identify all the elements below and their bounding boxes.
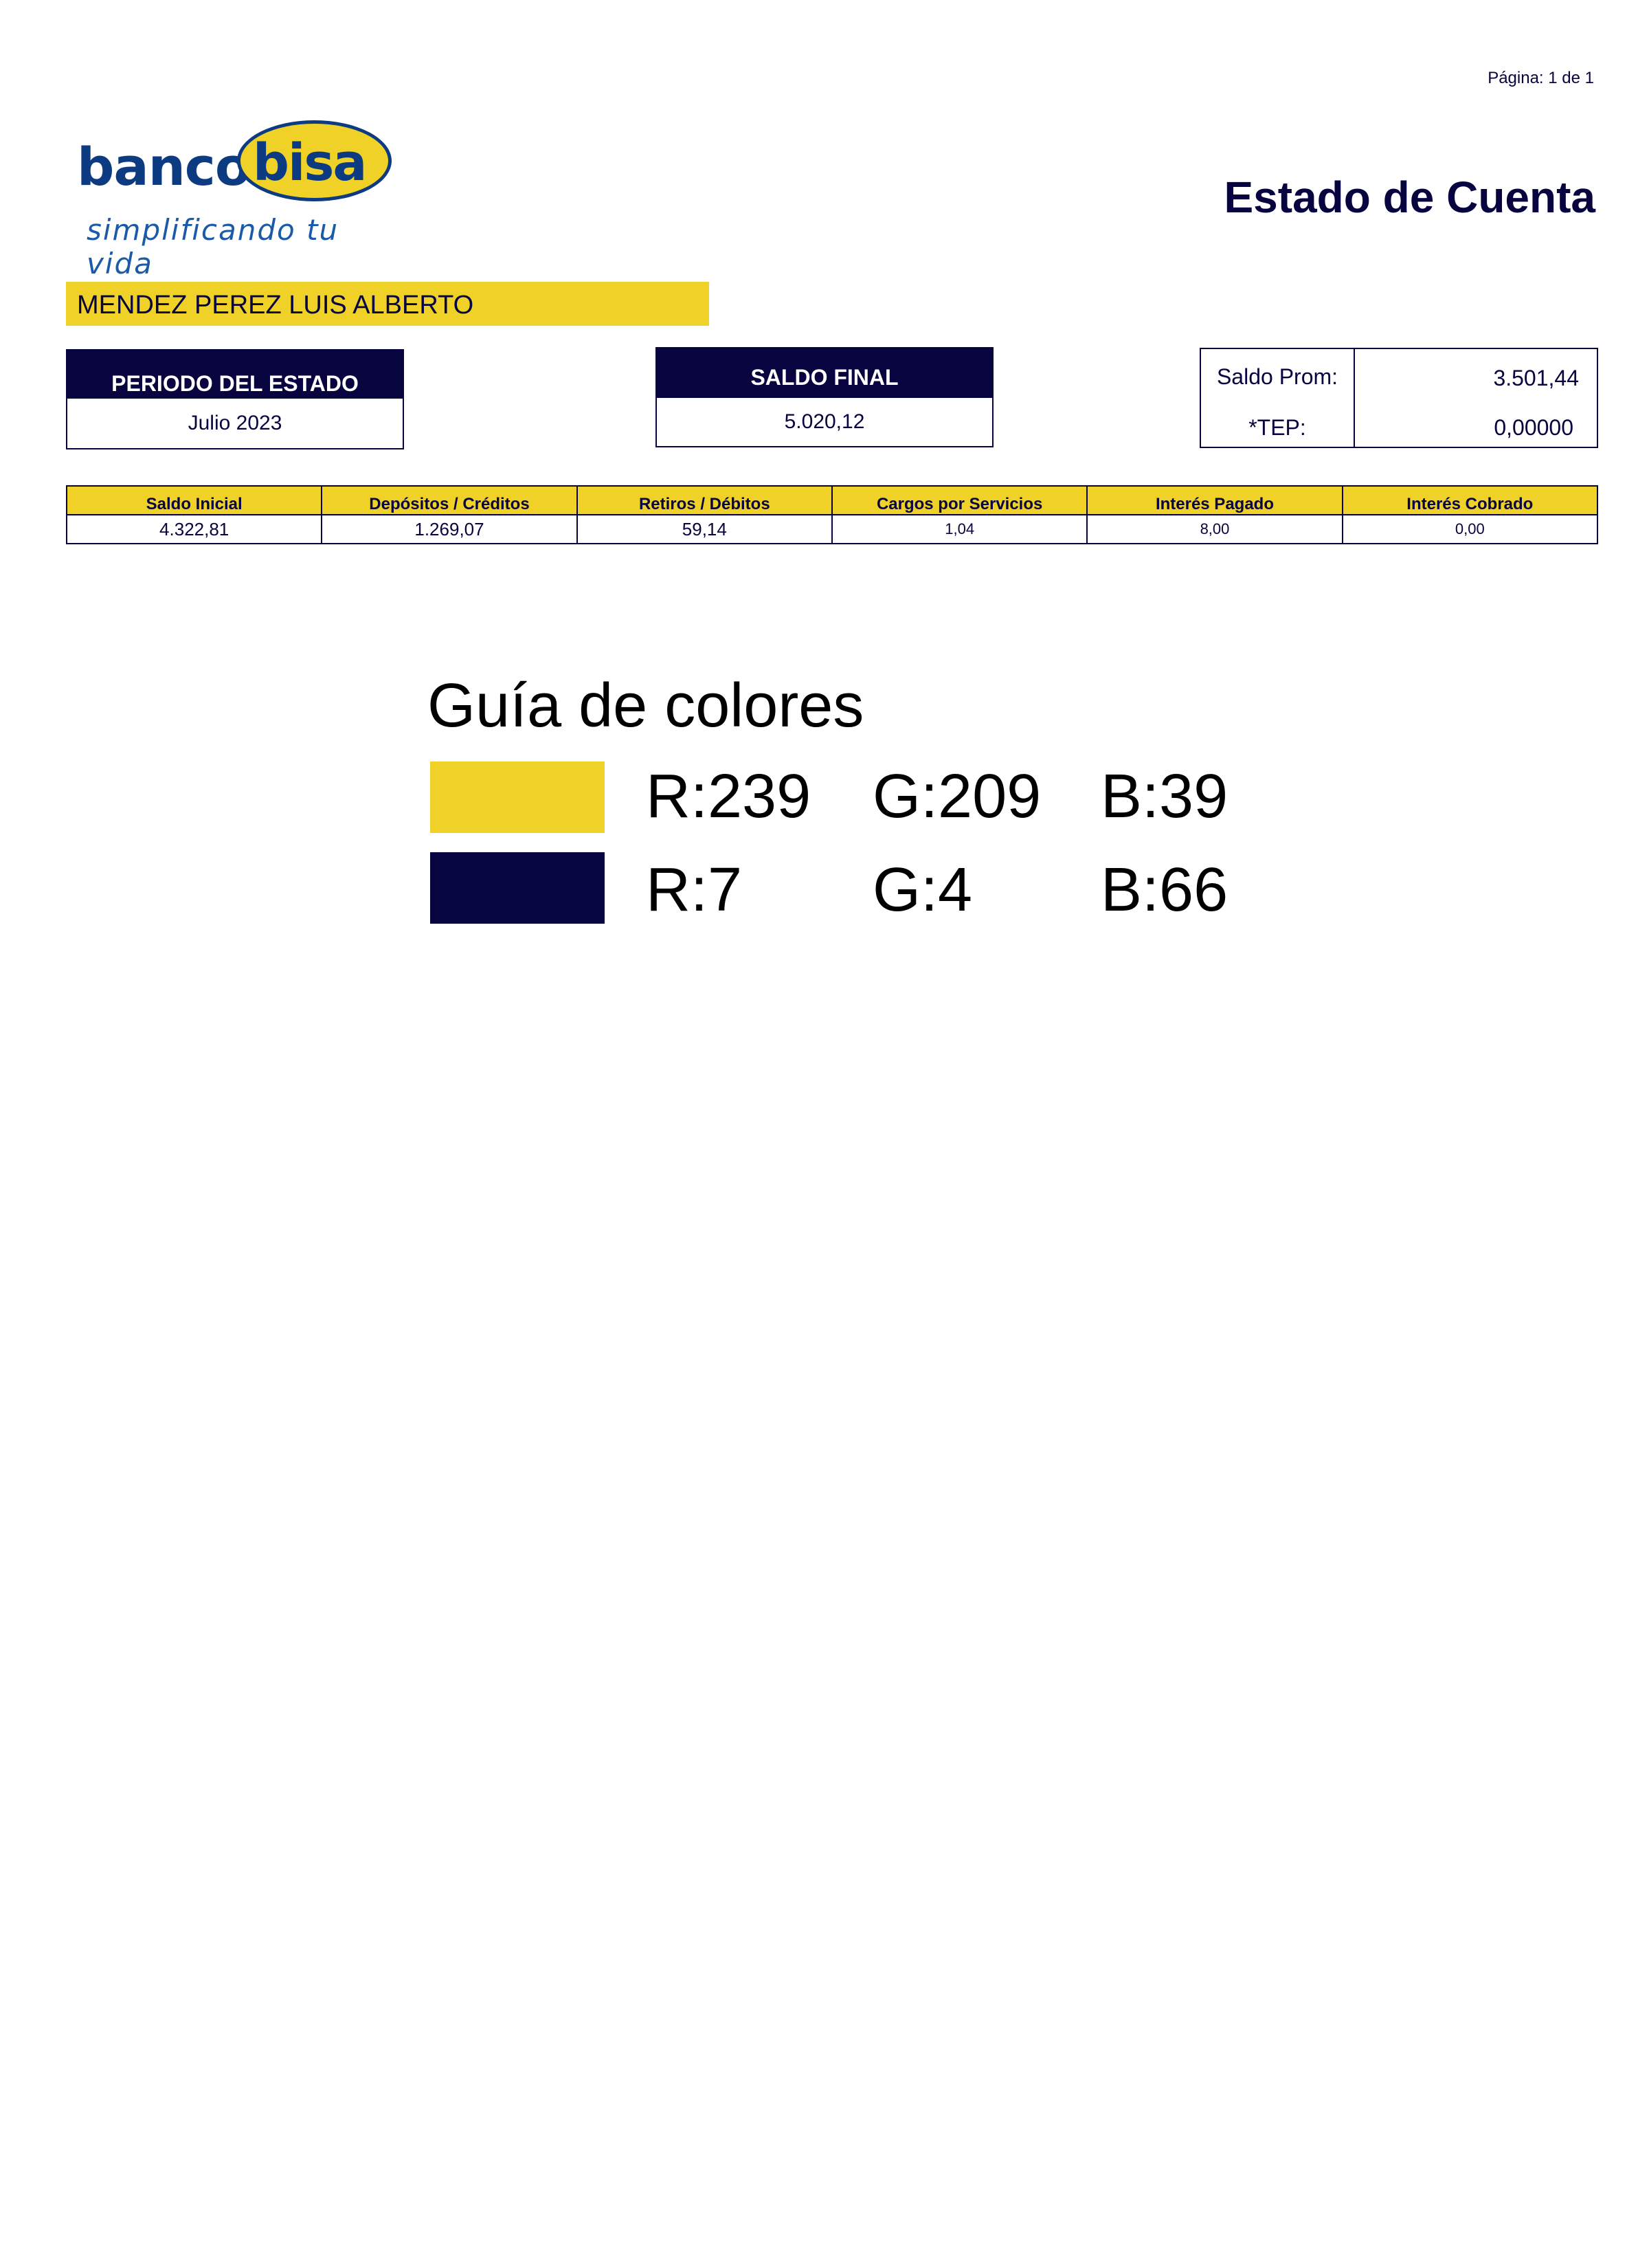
average-balance-box: Saldo Prom: 3.501,44 *TEP: 0,00000 [1200,348,1598,448]
final-balance-label: SALDO FINAL [657,348,992,398]
value-interes-cobrado: 0,00 [1341,514,1599,544]
navy-r-value: R:7 [646,856,743,924]
page-number: Página: 1 de 1 [1488,69,1594,87]
final-balance-box: SALDO FINAL 5.020,12 [655,347,994,447]
statement-period-label: PERIODO DEL ESTADO [67,351,403,399]
header-cargos: Cargos por Servicios [831,485,1088,515]
logo-word: banco [77,136,251,197]
value-retiros: 59,14 [576,514,833,544]
navy-b-value: B:66 [1101,856,1229,924]
value-saldo-inicial: 4.322,81 [65,514,323,544]
value-depositos: 1.269,07 [321,514,578,544]
statement-period-box: PERIODO DEL ESTADO Julio 2023 [66,349,404,449]
logo-oval-text: bisa [253,133,367,192]
average-balance-value: 3.501,44 [1493,366,1579,390]
header-interes-cobrado: Interés Cobrado [1341,485,1599,515]
header-depositos: Depósitos / Créditos [321,485,578,515]
statement-period-value: Julio 2023 [188,412,282,434]
average-balance-label: Saldo Prom: [1216,364,1338,389]
summary-value-row: 4.322,81 1.269,07 59,14 1,04 8,00 0,00 [65,514,1599,544]
final-balance-value: 5.020,12 [784,410,865,433]
tep-value: 0,00000 [1494,415,1573,440]
yellow-g-value: G:209 [873,762,1042,831]
client-name: MENDEZ PEREZ LUIS ALBERTO [66,282,709,326]
divider [1354,349,1355,447]
summary-header-row: Saldo Inicial Depósitos / Créditos Retir… [65,485,1599,515]
value-interes-pagado: 8,00 [1086,514,1343,544]
document-title: Estado de Cuenta [1224,173,1595,222]
header-saldo-inicial: Saldo Inicial [65,485,323,515]
yellow-r-value: R:239 [646,762,811,831]
header-retiros: Retiros / Débitos [576,485,833,515]
yellow-b-value: B:39 [1101,762,1229,831]
summary-table: Saldo Inicial Depósitos / Créditos Retir… [65,485,1599,544]
header-interes-pagado: Interés Pagado [1086,485,1343,515]
logo-tagline: simplificando tu vida [87,213,339,280]
yellow-swatch [430,761,605,833]
navy-g-value: G:4 [873,856,973,924]
color-guide-title: Guía de colores [427,671,864,740]
value-cargos: 1,04 [831,514,1088,544]
navy-swatch [430,852,605,924]
bank-logo: banco bisa simplificando tu vida [77,117,400,280]
tep-label: *TEP: [1248,415,1306,440]
